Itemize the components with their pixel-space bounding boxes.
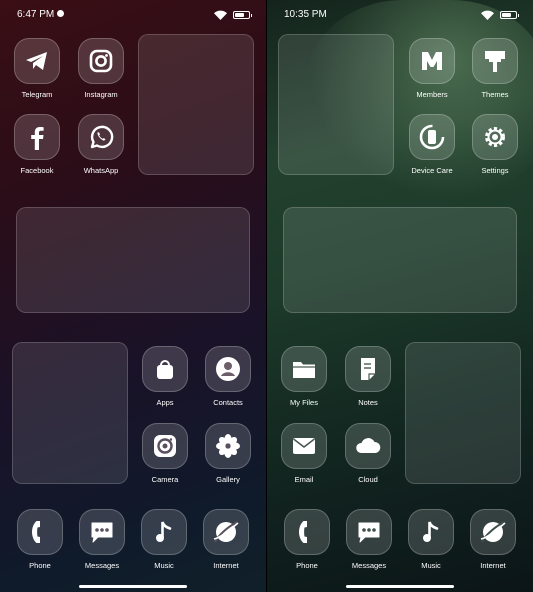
flower-icon [205,423,251,469]
app-email[interactable]: Email [275,423,333,484]
shopping-bag-icon [142,346,188,392]
folder-icon [281,346,327,392]
app-label: My Files [290,398,318,407]
app-themes[interactable]: Themes [466,38,524,99]
app-label: Notes [358,398,378,407]
app-label: Internet [480,561,506,570]
app-label: Music [421,561,441,570]
app-instagram[interactable]: Instagram [72,38,130,99]
globe-icon [203,509,249,555]
messages-icon [346,509,392,555]
dock-messages[interactable]: Messages [73,509,131,570]
device-care-icon [409,114,455,160]
app-facebook[interactable]: Facebook [8,114,66,175]
app-label: Themes [481,90,509,99]
dock-internet[interactable]: Internet [464,509,522,570]
app-members[interactable]: Members [403,38,461,99]
app-cloud[interactable]: Cloud [339,423,397,484]
telegram-icon [14,38,60,84]
phone-icon [17,509,63,555]
app-label: Email [294,475,314,484]
status-time: 10:35 PM [284,9,327,20]
music-note-icon [408,509,454,555]
app-camera[interactable]: Camera [136,423,194,484]
app-telegram[interactable]: Telegram [8,38,66,99]
instagram-icon [78,38,124,84]
facebook-icon [14,114,60,160]
app-settings[interactable]: Settings [466,114,524,175]
app-label: Apps [156,398,174,407]
left-home-screen: 6:47 PM Telegram Instagram Facebook What… [0,0,266,592]
app-label: Phone [29,561,51,570]
app-label: Instagram [84,90,118,99]
widget-placeholder[interactable] [278,34,394,175]
dock-internet[interactable]: Internet [197,509,255,570]
app-label: Cloud [358,475,378,484]
wifi-icon [481,10,494,20]
globe-icon [470,509,516,555]
app-my-files[interactable]: My Files [275,346,333,407]
battery-icon [233,11,252,19]
messages-icon [79,509,125,555]
app-device-care[interactable]: Device Care [403,114,461,175]
widget-placeholder[interactable] [283,207,517,313]
contacts-icon [205,346,251,392]
app-label: Settings [481,166,509,175]
members-icon [409,38,455,84]
notes-icon [345,346,391,392]
app-label: Music [154,561,174,570]
app-label: Messages [84,561,120,570]
phone-icon [284,509,330,555]
app-label: WhatsApp [83,166,119,175]
app-label: Camera [151,475,179,484]
app-gallery[interactable]: Gallery [199,423,257,484]
music-note-icon [141,509,187,555]
app-label: Facebook [20,166,54,175]
battery-icon [500,11,519,19]
app-label: Messages [351,561,387,570]
app-label: Phone [296,561,318,570]
whatsapp-icon [78,114,124,160]
right-home-screen: 10:35 PM Members Themes Device Care Sett… [267,0,533,592]
widget-placeholder[interactable] [12,342,128,484]
dock-phone[interactable]: Phone [278,509,336,570]
envelope-icon [281,423,327,469]
camera-icon [142,423,188,469]
app-label: Device Care [411,166,453,175]
app-notes[interactable]: Notes [339,346,397,407]
app-label: Telegram [21,90,53,99]
widget-placeholder[interactable] [138,34,254,175]
chat-bubble-icon [57,10,65,17]
app-label: Gallery [216,475,240,484]
dock-music[interactable]: Music [402,509,460,570]
cloud-icon [345,423,391,469]
paint-brush-icon [472,38,518,84]
status-time: 6:47 PM [17,9,55,20]
dock-music[interactable]: Music [135,509,193,570]
dock-phone[interactable]: Phone [11,509,69,570]
wifi-icon [214,10,227,20]
app-label: Members [416,90,448,99]
home-indicator[interactable] [79,585,187,588]
widget-placeholder[interactable] [405,342,521,484]
status-bar: 10:35 PM [284,9,519,23]
status-bar: 6:47 PM [17,9,252,23]
dock-messages[interactable]: Messages [340,509,398,570]
gear-icon [472,114,518,160]
app-label: Contacts [213,398,243,407]
widget-placeholder[interactable] [16,207,250,313]
app-whatsapp[interactable]: WhatsApp [72,114,130,175]
home-indicator[interactable] [346,585,454,588]
app-apps[interactable]: Apps [136,346,194,407]
app-contacts[interactable]: Contacts [199,346,257,407]
app-label: Internet [213,561,239,570]
